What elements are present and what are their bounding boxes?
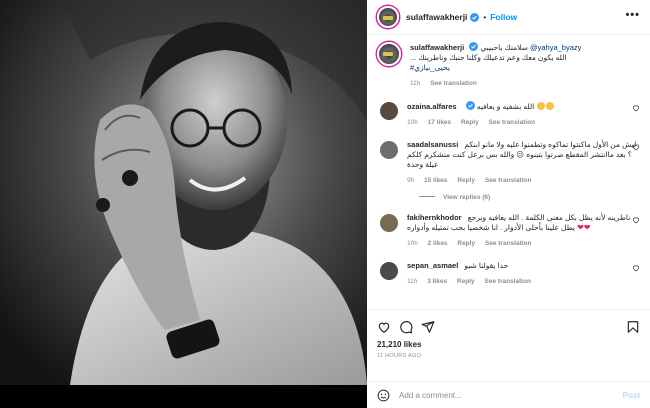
comment-item: fakihernkhodor ناطرينه لأنه يظل بكل معنى… (377, 213, 640, 249)
comment-text: الله بشفيه و يعافيه (476, 102, 535, 111)
header-separator: • (483, 12, 487, 22)
portrait-image (0, 0, 367, 385)
share-paper-plane-icon[interactable] (421, 320, 435, 334)
comment-meta: 9h 15 likes Reply See translation (407, 176, 640, 186)
action-bar (367, 310, 650, 336)
comment-input[interactable] (399, 390, 623, 400)
view-replies-button[interactable]: View replies (6) (419, 194, 640, 201)
commenter-username[interactable]: fakihernkhodor (407, 213, 462, 222)
post-header: sulaffawakherji • Follow ••• (367, 0, 650, 35)
caption-text-line2: ... الله يكون معك وعم تدعيلك وكلنا جنبك … (410, 53, 567, 62)
comment-bubble-icon[interactable] (399, 320, 413, 334)
laughing-emoji-icon (537, 102, 546, 110)
add-comment-bar: Post (367, 381, 650, 408)
commenter-avatar[interactable] (380, 214, 398, 232)
follow-button[interactable]: Follow (490, 12, 517, 22)
post-actions: 21,210 likes 11 HOURS AGO Post (367, 309, 650, 408)
comment-see-translation[interactable]: See translation (489, 119, 536, 126)
like-comment-heart-icon[interactable] (632, 104, 640, 112)
comment-meta: 10h 2 likes Reply See translation (407, 239, 640, 249)
comment-meta: 11h 3 likes Reply See translation (407, 277, 640, 287)
comment-time: 10h (407, 240, 418, 247)
comment-likes[interactable]: 15 likes (424, 177, 448, 184)
commenter-username[interactable]: ozaina.alfares (407, 102, 457, 111)
comment-reply-button[interactable]: Reply (457, 278, 475, 285)
like-comment-heart-icon[interactable] (632, 264, 640, 272)
caption-see-translation[interactable]: See translation (430, 80, 477, 87)
comment-see-translation[interactable]: See translation (485, 240, 532, 247)
emoji-smiley-icon[interactable] (377, 389, 390, 402)
comment-likes[interactable]: 17 likes (428, 119, 452, 126)
verified-badge-icon (469, 42, 479, 51)
post-time: 11 HOURS AGO (377, 353, 422, 359)
author-avatar[interactable] (377, 6, 399, 28)
comment-reply-button[interactable]: Reply (457, 240, 475, 247)
caption-username[interactable]: sulaffawakherji (410, 43, 464, 52)
like-heart-icon[interactable] (377, 320, 391, 334)
comment-likes[interactable]: 2 likes (428, 240, 448, 247)
comment-time: 9h (407, 177, 415, 184)
comment-reply-button[interactable]: Reply (461, 119, 479, 126)
likes-count[interactable]: 21,210 likes (367, 336, 650, 349)
post-media-pane (0, 0, 367, 408)
post-photo[interactable] (0, 0, 367, 385)
laughing-emoji-icon (546, 102, 555, 110)
verified-badge-icon (470, 12, 480, 22)
red-heart-emoji-icon: ❤❤ (577, 223, 591, 232)
post-caption: sulaffawakherji سلامتك ياحبيبي @yahya_by… (377, 42, 640, 89)
comment-item: sepan_asmael حدا يقولنا شبو 11h 3 likes … (377, 261, 640, 287)
comments-list[interactable]: sulaffawakherji سلامتك ياحبيبي @yahya_by… (367, 36, 650, 309)
more-options-icon[interactable]: ••• (625, 9, 640, 21)
comment-reply-button[interactable]: Reply (457, 177, 475, 184)
caption-time: 11h (410, 80, 421, 87)
commenter-username[interactable]: sepan_asmael (407, 261, 458, 270)
comment-see-translation[interactable]: See translation (485, 177, 532, 184)
caption-mention[interactable]: @yahya_byazy (530, 43, 581, 52)
caption-avatar[interactable] (377, 42, 401, 66)
commenter-avatar[interactable] (380, 102, 398, 120)
commenter-avatar[interactable] (380, 262, 398, 280)
comment-text: حدا يقولنا شبو (464, 261, 509, 270)
comment-likes[interactable]: 3 likes (427, 278, 447, 285)
caption-meta: 11h See translation (410, 79, 640, 89)
author-username[interactable]: sulaffawakherji (406, 12, 467, 22)
commenter-avatar[interactable] (380, 141, 398, 159)
comment-item: ozaina.alfares الله بشفيه و يعافيه 10h 1… (377, 101, 640, 128)
like-comment-heart-icon[interactable] (632, 216, 640, 224)
save-bookmark-icon[interactable] (626, 320, 640, 334)
caption-hashtag[interactable]: #يحيى_بيازي (410, 63, 640, 73)
comment-see-translation[interactable]: See translation (484, 278, 531, 285)
caption-text-line1: سلامتك ياحبيبي (480, 43, 528, 52)
commenter-username[interactable]: saadalsanussi (407, 140, 458, 149)
like-comment-heart-icon[interactable] (632, 143, 640, 151)
comment-time: 11h (407, 278, 418, 285)
comment-meta: 10h 17 likes Reply See translation (407, 118, 640, 128)
comment-time: 10h (407, 119, 418, 126)
post-comment-button[interactable]: Post (623, 391, 640, 400)
verified-badge-icon (465, 101, 475, 110)
post-sidebar: sulaffawakherji • Follow ••• sulaffawakh… (367, 0, 650, 408)
comment-item: saadalsanussi ليش من الأول ماكنتوا تماكو… (377, 140, 640, 186)
